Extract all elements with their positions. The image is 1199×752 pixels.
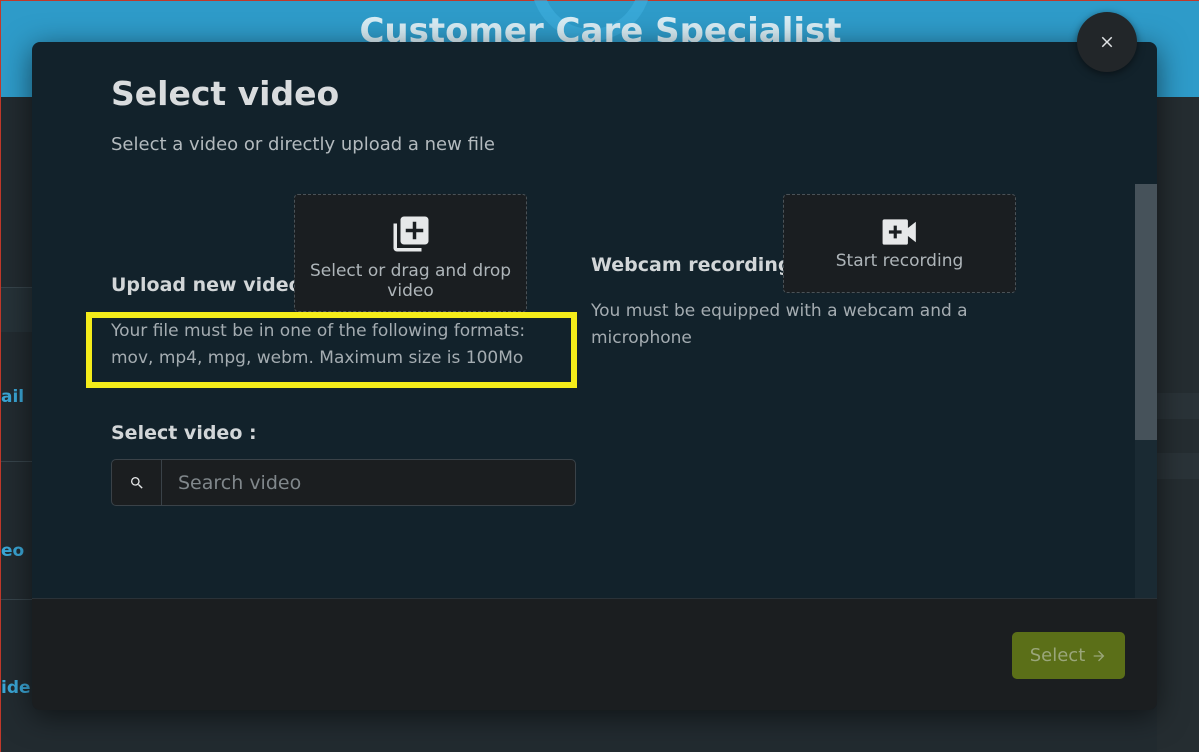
background-divider [1,461,33,462]
background-sidebar-label: ide [1,678,31,698]
start-recording-button[interactable]: Start recording [783,194,1016,293]
select-video-modal: Select video Select a video or directly … [32,42,1157,710]
background-row [1157,393,1199,419]
modal-body: Select video Select a video or directly … [32,42,1135,598]
webcam-label: Webcam recording : [591,254,806,276]
select-button[interactable]: Select [1012,632,1125,679]
upload-label: Upload new video : [111,274,316,296]
background-content [1157,97,1199,752]
close-modal-button[interactable] [1077,12,1137,72]
modal-footer: Select [32,598,1157,710]
upload-format-help: Your file must be in one of the followin… [111,321,526,368]
select-video-label: Select video : [111,422,257,444]
arrow-right-icon [1093,650,1105,661]
modal-scrollbar-thumb[interactable] [1135,184,1157,440]
background-sidebar-item [1,288,33,332]
close-icon [1101,36,1113,48]
videocam-icon [882,219,916,245]
webcam-help: You must be equipped with a webcam and a… [591,301,968,348]
start-recording-label: Start recording [835,251,964,271]
background-divider [1,599,33,600]
modal-title: Select video [111,74,340,113]
modal-subtitle: Select a video or directly upload a new … [111,134,495,155]
search-video-input[interactable] [163,460,575,505]
background-row [1157,453,1199,479]
background-sidebar-label: eo [1,541,25,561]
select-button-label: Select [1029,645,1086,666]
search-icon [130,476,143,489]
background-sidebar-label: ail [1,387,25,407]
dropzone-text: Select or drag and drop video [309,261,512,301]
video-search-group [111,459,576,506]
upload-dropzone[interactable]: Select or drag and drop video [294,194,527,312]
library-add-icon [393,216,428,252]
search-addon [112,460,162,505]
